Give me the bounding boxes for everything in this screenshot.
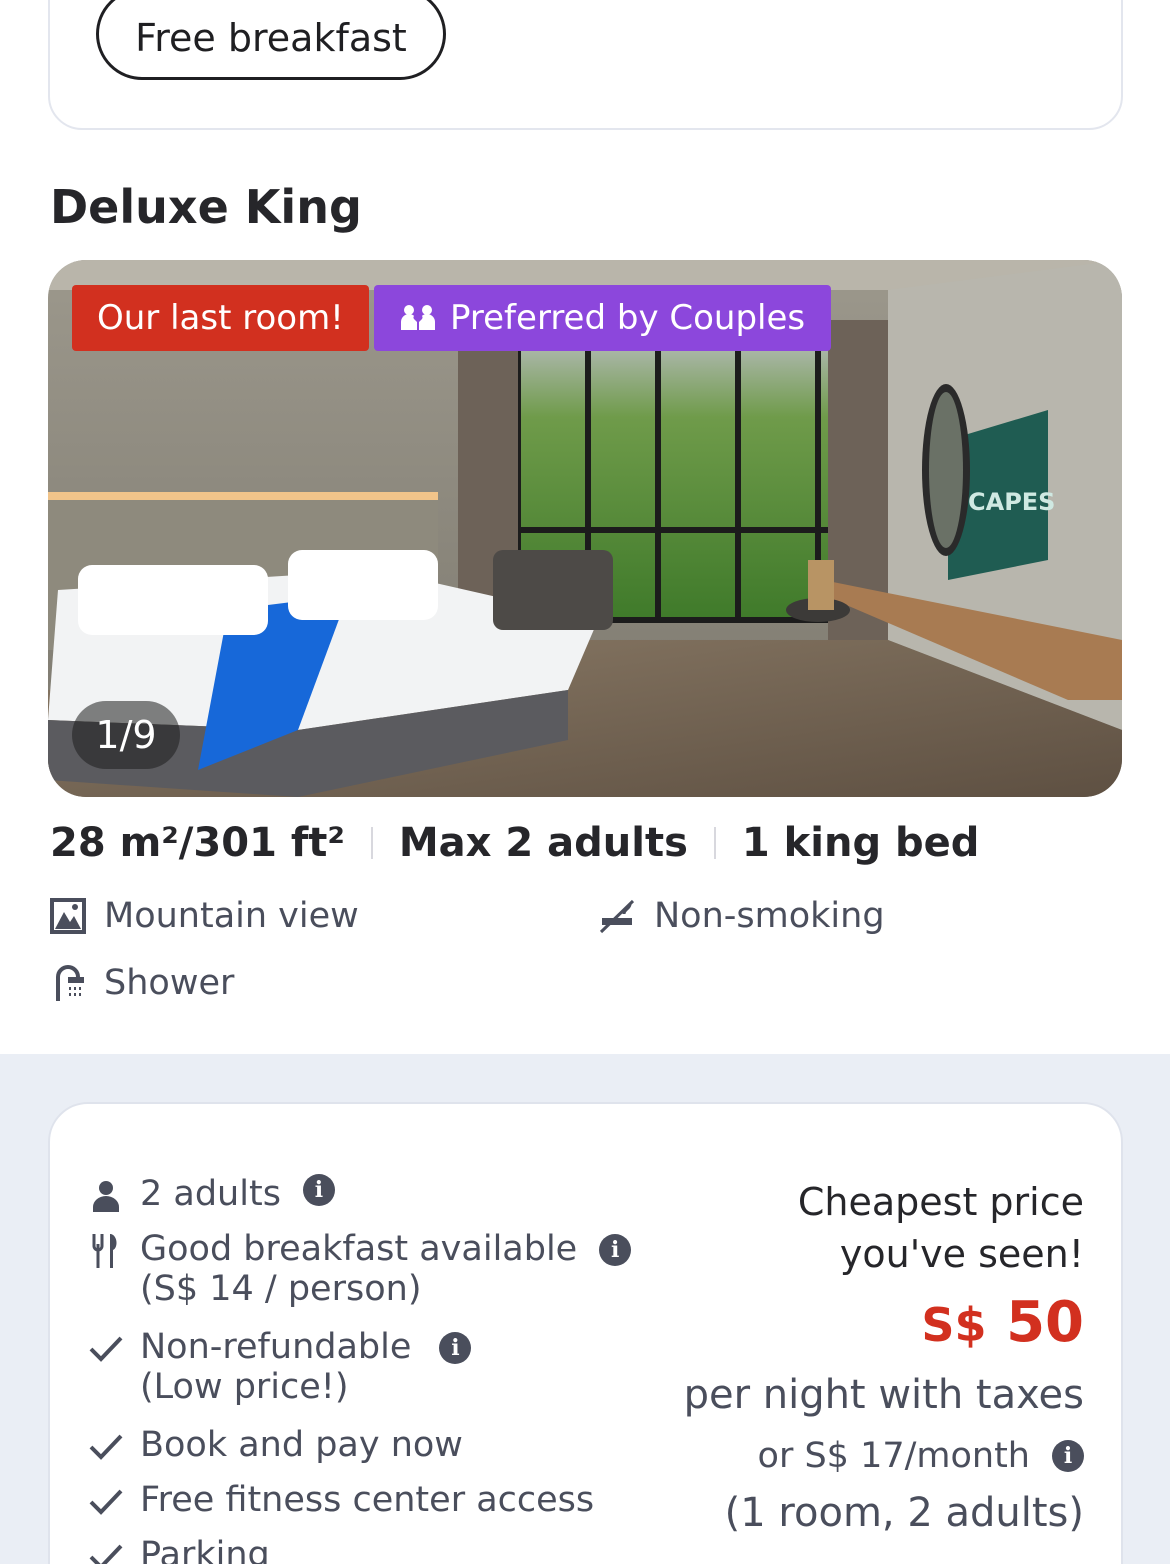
check-icon (89, 1434, 123, 1460)
check-icon (89, 1336, 123, 1362)
nightly-price: S$ 50 (921, 1290, 1084, 1355)
shower-label: Shower (104, 963, 235, 1003)
fitness-label: Free fitness center access (140, 1480, 595, 1520)
monthly-label: or S$ 17/month (757, 1436, 1030, 1476)
no-smoking-icon (599, 899, 635, 934)
price-amount: 50 (1006, 1290, 1084, 1355)
feature-non-smoking: Non-smoking (598, 896, 885, 936)
parking-label: Parking (140, 1535, 270, 1564)
max-occupancy: Max 2 adults (398, 820, 688, 866)
price-currency: S$ (921, 1298, 987, 1352)
room-size: 28 m²/301 ft² (50, 820, 345, 866)
feature-mountain-view: Mountain view (50, 896, 359, 936)
breakfast-price: (S$ 14 / person) (140, 1269, 422, 1309)
room-title: Deluxe King (50, 180, 362, 234)
cheapest-line-1: Cheapest price (797, 1180, 1084, 1224)
cheapest-price-note: Cheapest price you've seen! (798, 1176, 1084, 1280)
rate-parking: Parking (86, 1535, 270, 1564)
couple-icon (401, 305, 435, 330)
divider (370, 827, 373, 859)
couples-badge-label: Preferred by Couples (450, 298, 806, 338)
feature-shower: Shower (50, 963, 234, 1003)
shower-icon (56, 965, 84, 1001)
check-icon (89, 1489, 123, 1515)
divider (713, 827, 716, 859)
non-smoking-label: Non-smoking (654, 896, 885, 936)
check-icon (89, 1544, 123, 1564)
rate-breakfast: Good breakfast available i (S$ 14 / perso… (86, 1229, 632, 1309)
monthly-payment: or S$ 17/month i (758, 1436, 1084, 1476)
cutlery-icon (92, 1234, 117, 1268)
breakfast-label: Good breakfast available (140, 1229, 578, 1269)
payment-label: Book and pay now (140, 1425, 463, 1465)
guests-label: 2 adults (140, 1174, 281, 1214)
refund-label: Non-refundable (140, 1327, 412, 1367)
cheapest-line-2: you've seen! (839, 1232, 1084, 1276)
room-specs: 28 m²/301 ft² Max 2 adults 1 king bed (50, 820, 979, 866)
free-breakfast-pill[interactable]: Free breakfast (96, 0, 446, 80)
mountain-view-label: Mountain view (104, 896, 359, 936)
photo-counter: 1/9 (72, 701, 180, 769)
mountain-view-icon (50, 898, 86, 934)
refund-note: (Low price!) (140, 1367, 349, 1407)
refund-info-icon[interactable]: i (439, 1332, 472, 1364)
rate-guests: 2 adults i (86, 1174, 335, 1218)
person-icon (93, 1181, 119, 1212)
breakfast-info-icon[interactable]: i (599, 1234, 632, 1266)
bed-type: 1 king bed (741, 820, 980, 866)
couples-badge: Preferred by Couples (374, 285, 832, 351)
rate-refund: Non-refundable i (Low price!) (86, 1327, 472, 1407)
tv-screen-text: CAPES (968, 488, 1055, 516)
monthly-info-icon[interactable]: i (1052, 1440, 1084, 1472)
per-night-label: per night with taxes (683, 1372, 1084, 1418)
guests-info-icon[interactable]: i (302, 1174, 335, 1206)
last-room-badge: Our last room! (72, 285, 369, 351)
room-occupancy-summary: (1 room, 2 adults) (724, 1490, 1084, 1536)
rate-payment: Book and pay now (86, 1425, 463, 1469)
rate-fitness: Free fitness center access (86, 1480, 594, 1524)
